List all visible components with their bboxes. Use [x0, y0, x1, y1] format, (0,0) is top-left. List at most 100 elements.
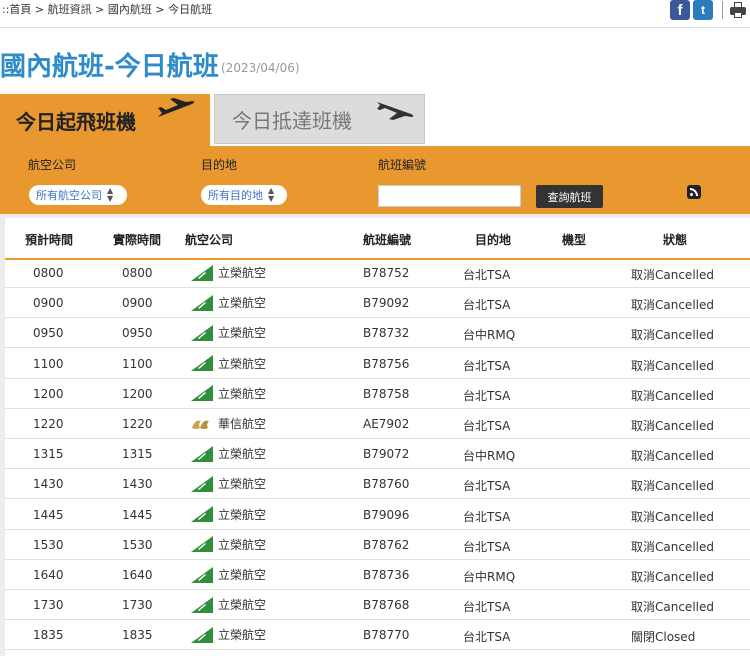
- breadcrumb-separator: >: [91, 3, 108, 16]
- breadcrumb-item-flight-info[interactable]: 航班資訊: [48, 3, 92, 16]
- scheduled-time: 1835: [33, 628, 64, 643]
- airline-name: 立榮航空: [218, 477, 267, 492]
- table-header: 預計時間 實際時間 航空公司 航班編號 目的地 機型 狀態: [5, 218, 750, 260]
- scheduled-time: 1530: [33, 537, 64, 552]
- table-row: 1430 1430 立榮航空 B78760 台北TSA 取消Cancelled: [5, 469, 750, 500]
- destination: 台中RMQ: [463, 570, 516, 584]
- tab-departures-label: 今日起飛班機: [16, 109, 136, 134]
- destination: 台北TSA: [463, 600, 511, 615]
- uni-air-logo-icon: [191, 264, 213, 281]
- uni-air-logo-icon: [191, 445, 213, 462]
- flight-number-label: 航班編號: [378, 158, 427, 172]
- airline-cell: 華信航空: [189, 415, 266, 432]
- header-airline: 航空公司: [185, 233, 234, 247]
- flight-table-container: 預計時間 實際時間 航空公司 航班編號 目的地 機型 狀態 0800 0800 立榮…: [0, 214, 750, 656]
- airline-select[interactable]: 所有航空公司 ▲ ▼: [29, 185, 127, 205]
- tab-arrivals-label: 今日抵達班機: [232, 108, 352, 133]
- tab-arrivals[interactable]: 今日抵達班機: [214, 94, 425, 144]
- flight-number: B78768: [363, 598, 410, 613]
- airline-cell: 立榮航空: [189, 355, 266, 372]
- header-actual: 實際時間: [113, 233, 162, 247]
- destination: 台北TSA: [463, 630, 511, 645]
- actual-time: 0950: [122, 326, 153, 341]
- flight-number: B78732: [363, 326, 410, 341]
- select-arrows-icon: ▲ ▼: [268, 186, 275, 203]
- airline-name: 華信航空: [218, 417, 267, 431]
- scheduled-time: 1730: [33, 598, 64, 613]
- flight-status: 取消Cancelled: [631, 479, 714, 494]
- airline-name: 立榮航空: [218, 568, 267, 582]
- facebook-icon[interactable]: f: [670, 0, 690, 20]
- tab-departures[interactable]: 今日起飛班機: [0, 94, 210, 146]
- breadcrumb-item-domestic[interactable]: 國內航班: [108, 3, 152, 16]
- page-title: 國內航班-今日航班: [0, 52, 219, 82]
- destination: 台北TSA: [463, 358, 511, 373]
- actual-time: 1530: [122, 537, 153, 552]
- destination: 台北TSA: [463, 509, 511, 524]
- flight-status: 取消Cancelled: [631, 570, 714, 584]
- rss-icon[interactable]: [687, 185, 701, 199]
- airline-cell: 立榮航空: [189, 506, 266, 523]
- scheduled-time: 1445: [33, 507, 64, 522]
- destination-select-value: 所有目的地: [208, 189, 263, 202]
- social-links: f t: [670, 0, 750, 20]
- actual-time: 1730: [122, 598, 153, 613]
- actual-time: 0800: [122, 266, 153, 280]
- twitter-icon[interactable]: t: [693, 0, 713, 20]
- table-row: 1315 1315 立榮航空 B79072 台中RMQ 取消Cancelled: [5, 439, 750, 470]
- airline-cell: 立榮航空: [189, 626, 266, 643]
- scheduled-time: 1315: [33, 447, 64, 462]
- breadcrumb-separator: >: [31, 3, 48, 16]
- flight-number: B78758: [363, 386, 410, 401]
- mandarin-airlines-logo-icon: [192, 420, 209, 429]
- flight-number: B78770: [363, 628, 410, 643]
- scheduled-time: 0950: [33, 326, 64, 341]
- uni-air-logo-icon: [191, 506, 213, 523]
- destination: 台北TSA: [463, 539, 511, 554]
- airline-name: 立榮航空: [218, 326, 267, 341]
- actual-time: 1445: [122, 507, 153, 522]
- destination: 台北TSA: [463, 268, 511, 282]
- scheduled-time: 1640: [33, 568, 64, 582]
- destination-select[interactable]: 所有目的地 ▲ ▼: [201, 185, 287, 205]
- flight-number: B79072: [363, 447, 410, 462]
- uni-air-logo-icon: [191, 596, 213, 613]
- airline-cell: 立榮航空: [189, 536, 266, 553]
- header-destination: 目的地: [475, 233, 512, 247]
- uni-air-logo-icon: [191, 475, 213, 492]
- flight-number: B78752: [363, 266, 410, 280]
- table-row: 0900 0900 立榮航空 B79092 台北TSA 取消Cancelled: [5, 288, 750, 319]
- destination: 台北TSA: [463, 388, 511, 403]
- airline-name: 立榮航空: [218, 507, 267, 522]
- flight-number: B79096: [363, 507, 410, 522]
- actual-time: 1640: [122, 568, 153, 582]
- flight-number-input[interactable]: [378, 185, 521, 207]
- airline-cell: 立榮航空: [189, 475, 266, 492]
- uni-air-logo-icon: [191, 385, 213, 402]
- actual-time: 1220: [122, 417, 153, 431]
- flight-status: 取消Cancelled: [631, 509, 714, 524]
- table-row: 0800 0800 立榮航空 B78752 台北TSA 取消Cancelled: [5, 258, 750, 288]
- table-row: 1640 1640 立榮航空 B78736 台中RMQ 取消Cancelled: [5, 560, 750, 590]
- actual-time: 1835: [122, 628, 153, 643]
- flight-number: B78760: [363, 477, 410, 492]
- airline-name: 立榮航空: [218, 266, 267, 280]
- airline-cell: 立榮航空: [189, 445, 266, 462]
- uni-air-logo-icon: [191, 355, 213, 372]
- airline-name: 立榮航空: [218, 356, 267, 371]
- scheduled-time: 0800: [33, 266, 64, 280]
- table-row: 1835 1835 立榮航空 B78770 台北TSA 關閉Closed: [5, 620, 750, 651]
- breadcrumb-item-home[interactable]: 首頁: [9, 3, 31, 16]
- search-flight-button[interactable]: 查詢航班: [536, 185, 603, 208]
- table-row: 1220 1220 華信航空 AE7902 台北TSA 取消Cancelled: [5, 409, 750, 439]
- airline-cell: 立榮航空: [189, 264, 266, 281]
- table-row: 1445 1445 立榮航空 B79096 台北TSA 取消Cancelled: [5, 500, 750, 530]
- printer-icon[interactable]: [730, 1, 746, 19]
- uni-air-logo-icon: [191, 324, 213, 341]
- destination: 台北TSA: [463, 419, 511, 433]
- breadcrumb-item-today: 今日航班: [168, 3, 213, 16]
- airline-cell: 立榮航空: [189, 294, 266, 311]
- destination: 台中RMQ: [463, 449, 516, 464]
- airline-filter-label: 航空公司: [28, 158, 77, 172]
- destination: 台北TSA: [463, 298, 511, 313]
